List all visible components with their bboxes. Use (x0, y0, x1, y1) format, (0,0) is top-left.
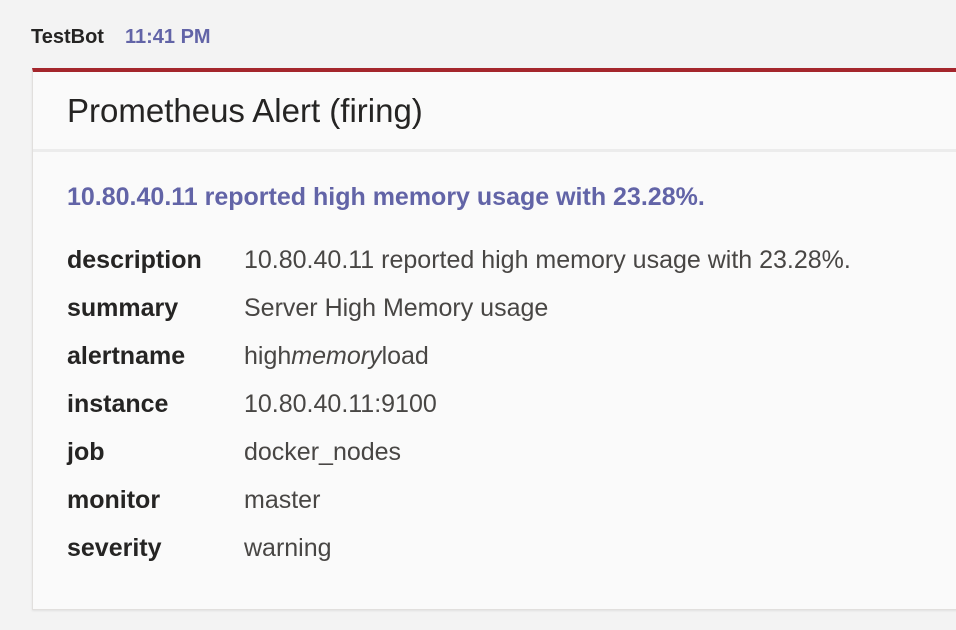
message-timestamp: 11:41 PM (124, 25, 211, 48)
fact-value: docker_nodes (244, 438, 402, 466)
card-header: Prometheus Alert (firing) (33, 72, 956, 152)
card-title: Prometheus Alert (firing) (67, 91, 423, 129)
fact-row-job: job docker_nodes (67, 428, 956, 476)
fact-row-alertname: alertname highmemoryload (67, 332, 956, 380)
fact-key: instance (67, 390, 169, 418)
fact-key: monitor (67, 486, 161, 514)
alert-card: Prometheus Alert (firing) 10.80.40.11 re… (32, 68, 956, 610)
fact-row-instance: instance 10.80.40.11:9100 (67, 380, 956, 428)
fact-row-description: description 10.80.40.11 reported high me… (67, 236, 956, 284)
fact-row-monitor: monitor master (67, 476, 956, 524)
fact-value: master (244, 486, 321, 514)
fact-value-suffix: load (381, 342, 429, 370)
fact-key: description (67, 246, 202, 274)
fact-key: severity (67, 534, 162, 562)
fact-key: alertname (67, 342, 186, 370)
fact-value-prefix: high (244, 342, 292, 370)
fact-value: highmemoryload (244, 332, 429, 380)
fact-value: Server High Memory usage (244, 294, 549, 322)
fact-set: description 10.80.40.11 reported high me… (67, 236, 956, 572)
fact-row-summary: summary Server High Memory usage (67, 284, 956, 332)
card-body: 10.80.40.11 reported high memory usage w… (33, 180, 956, 572)
fact-value-italic: memory (291, 342, 382, 370)
fact-row-severity: severity warning (67, 524, 956, 572)
fact-value: 10.80.40.11:9100 (244, 390, 437, 418)
sender-name[interactable]: TestBot (31, 26, 104, 49)
message-header: TestBot 11:41 PM (31, 24, 211, 50)
fact-value: 10.80.40.11 reported high memory usage w… (244, 246, 851, 274)
fact-value: warning (244, 534, 332, 562)
fact-key: summary (67, 294, 179, 322)
alert-summary: 10.80.40.11 reported high memory usage w… (67, 183, 705, 211)
fact-key: job (67, 438, 105, 466)
